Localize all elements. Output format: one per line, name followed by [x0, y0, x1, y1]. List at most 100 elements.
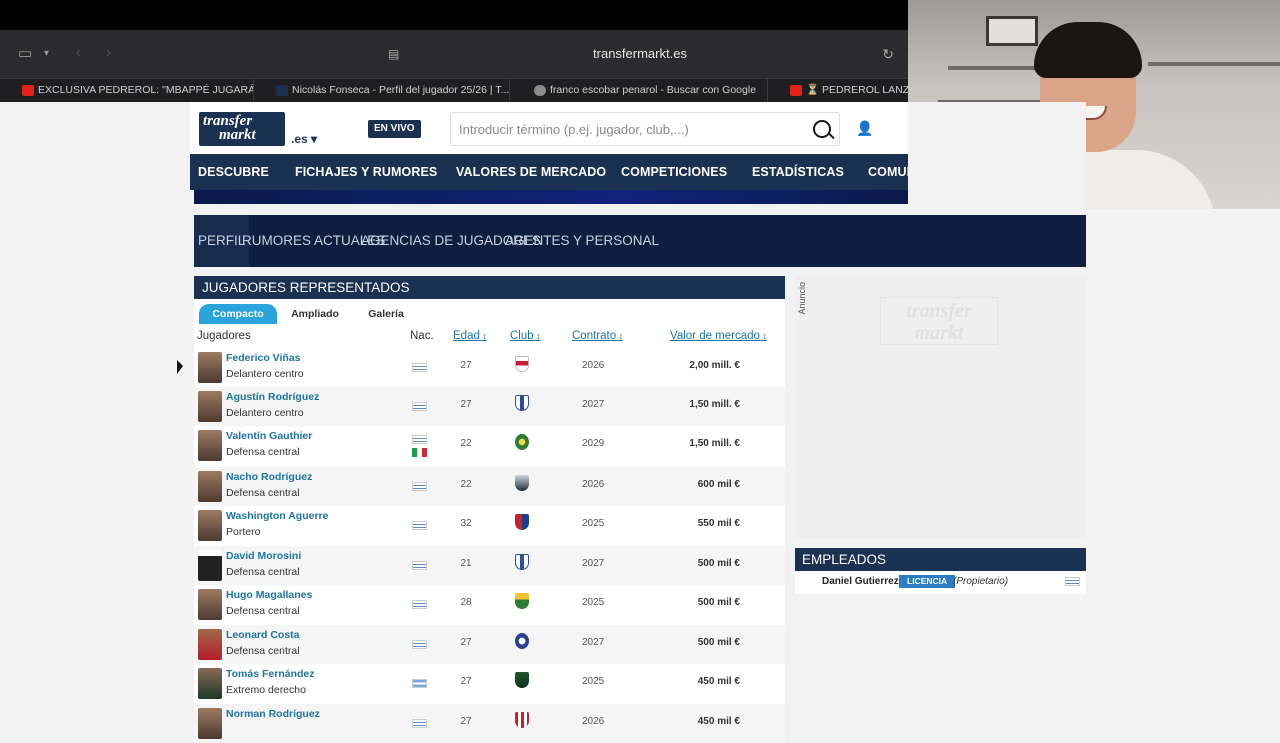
player-name-link[interactable]: Tomás Fernández	[226, 668, 315, 680]
player-contract: 2026	[582, 479, 605, 490]
browser-toolbar: ▭ ▾ ‹ › ▤ transfermarkt.es ↻	[0, 30, 908, 78]
nav-estadisticas[interactable]: ESTADÍSTICAS	[752, 154, 844, 190]
uruguay-flag-icon	[412, 561, 427, 570]
club-crest-icon[interactable]	[515, 672, 529, 688]
player-age: 27	[460, 637, 472, 648]
club-crest-icon[interactable]	[515, 593, 529, 609]
player-position: Delantero centro	[226, 368, 304, 380]
license-badge: LICENCIA	[899, 575, 956, 588]
tab-galeria[interactable]: Galería	[353, 304, 419, 324]
club-crest-icon[interactable]	[515, 395, 529, 411]
nav-descubre[interactable]: DESCUBRE	[198, 154, 269, 190]
italy-flag-icon	[412, 448, 427, 457]
player-name-link[interactable]: Federico Viñas	[226, 352, 301, 364]
subnav-perfil[interactable]: PERFIL	[194, 215, 250, 267]
col-valor[interactable]: Valor de mercado	[670, 330, 767, 342]
chevron-down-icon[interactable]: ▾	[44, 48, 49, 59]
player-name-link[interactable]: Nacho Rodríguez	[226, 471, 312, 483]
person-hair	[1034, 22, 1142, 78]
search-box	[450, 112, 840, 146]
table-row: Hugo Magallanes Defensa central 28 2025 …	[194, 585, 785, 625]
transfermarkt-logo[interactable]: transfer markt	[199, 112, 285, 146]
player-name-link[interactable]: Norman Rodríguez	[226, 708, 320, 720]
col-edad[interactable]: Edad	[453, 330, 487, 342]
site-header: transfer markt .es ▾ EN VIVO 👤	[190, 102, 908, 154]
browser-tab-3[interactable]: franco escobar penarol - Buscar con Goog…	[528, 79, 768, 103]
club-crest-icon[interactable]	[515, 514, 529, 530]
reload-icon[interactable]: ↻	[882, 41, 894, 67]
player-age: 32	[460, 518, 472, 529]
player-photo-placeholder[interactable]	[198, 550, 222, 581]
table-header: Jugadores Nac. Edad Club Contrato Valor …	[194, 326, 785, 348]
tab-compacto[interactable]: Compacto	[199, 304, 277, 324]
transfermarkt-icon	[276, 85, 288, 96]
player-name-link[interactable]: Hugo Magallanes	[226, 589, 312, 601]
player-age: 27	[460, 360, 472, 371]
player-photo[interactable]	[198, 589, 222, 620]
live-button[interactable]: EN VIVO	[368, 120, 421, 138]
club-crest-icon[interactable]	[515, 712, 529, 728]
col-contrato[interactable]: Contrato	[572, 330, 623, 342]
player-position: Defensa central	[226, 605, 300, 617]
col-nac: Nac.	[410, 330, 434, 342]
player-position: Defensa central	[226, 645, 300, 657]
uruguay-flag-icon	[412, 719, 427, 728]
nav-valores[interactable]: VALORES DE MERCADO	[456, 154, 606, 190]
player-photo[interactable]	[198, 668, 222, 699]
nav-fichajes[interactable]: FICHAJES Y RUMORES	[295, 154, 437, 190]
table-row: Leonard Costa Defensa central 27 2027 50…	[194, 625, 785, 664]
search-icon[interactable]	[813, 120, 831, 138]
browser-tab-2[interactable]: Nicolás Fonseca - Perfil del jugador 25/…	[270, 79, 510, 103]
staff-name[interactable]: Daniel Gutierrez	[822, 576, 899, 587]
player-photo[interactable]	[198, 708, 222, 739]
player-name-link[interactable]: David Morosini	[226, 550, 301, 562]
browser-tab-4[interactable]: ⏳ PEDREROL LANZA...	[784, 79, 908, 103]
player-position: Portero	[226, 526, 261, 538]
banner-strip	[194, 190, 908, 204]
player-market-value: 450 mil €	[697, 676, 740, 687]
subnav-agentes[interactable]: AGENTES Y PERSONAL	[505, 215, 659, 267]
nav-comunidad[interactable]: COMUNIDAD	[868, 154, 908, 190]
club-crest-icon[interactable]	[515, 554, 529, 570]
player-photo[interactable]	[198, 629, 222, 660]
player-position: Extremo derecho	[226, 684, 306, 696]
col-club[interactable]: Club	[510, 330, 541, 342]
sidebar-toggle-icon[interactable]: ▭	[18, 44, 32, 62]
club-crest-icon[interactable]	[515, 434, 529, 450]
table-row: Tomás Fernández Extremo derecho 27 2025 …	[194, 664, 785, 704]
section-title: JUGADORES REPRESENTADOS	[194, 276, 785, 299]
page-icon: ▤	[388, 47, 400, 61]
player-photo[interactable]	[198, 352, 222, 383]
player-contract: 2027	[582, 637, 605, 648]
table-row: Federico Viñas Delantero centro 27 2026 …	[194, 348, 785, 387]
player-photo[interactable]	[198, 510, 222, 541]
back-icon[interactable]: ‹	[76, 44, 81, 61]
browser-tab-1[interactable]: EXCLUSIVA PEDREROL: "MBAPPÉ JUGARÁ e...	[16, 79, 254, 103]
player-name-link[interactable]: Valentín Gauthier	[226, 430, 312, 442]
player-photo[interactable]	[198, 391, 222, 422]
table-row: David Morosini Defensa central 21 2027 5…	[194, 546, 785, 585]
player-photo[interactable]	[198, 430, 222, 461]
player-name-link[interactable]: Washington Aguerre	[226, 510, 328, 522]
user-search-icon[interactable]: 👤	[856, 120, 874, 138]
tab-ampliado[interactable]: Ampliado	[277, 304, 353, 324]
player-photo[interactable]	[198, 471, 222, 502]
club-crest-icon[interactable]	[515, 356, 529, 372]
player-market-value: 1,50 mill. €	[689, 438, 740, 449]
club-crest-icon[interactable]	[515, 633, 529, 649]
player-name-link[interactable]: Leonard Costa	[226, 629, 300, 641]
player-age: 27	[460, 399, 472, 410]
forward-icon[interactable]: ›	[106, 44, 111, 61]
address-bar[interactable]: ▤ transfermarkt.es ↻	[380, 41, 900, 67]
domain-selector[interactable]: .es ▾	[291, 132, 317, 146]
staff-title: EMPLEADOS	[795, 548, 1086, 571]
col-jugadores: Jugadores	[197, 330, 251, 342]
uruguay-flag-icon	[412, 600, 427, 609]
club-crest-icon[interactable]	[515, 475, 529, 491]
table-row: Agustín Rodríguez Delantero centro 27 20…	[194, 387, 785, 426]
table-row: Valentín Gauthier Defensa central 22 202…	[194, 426, 785, 467]
search-input[interactable]	[459, 113, 799, 145]
player-name-link[interactable]: Agustín Rodríguez	[226, 391, 319, 403]
player-position: Defensa central	[226, 446, 300, 458]
nav-competiciones[interactable]: COMPETICIONES	[621, 154, 727, 190]
